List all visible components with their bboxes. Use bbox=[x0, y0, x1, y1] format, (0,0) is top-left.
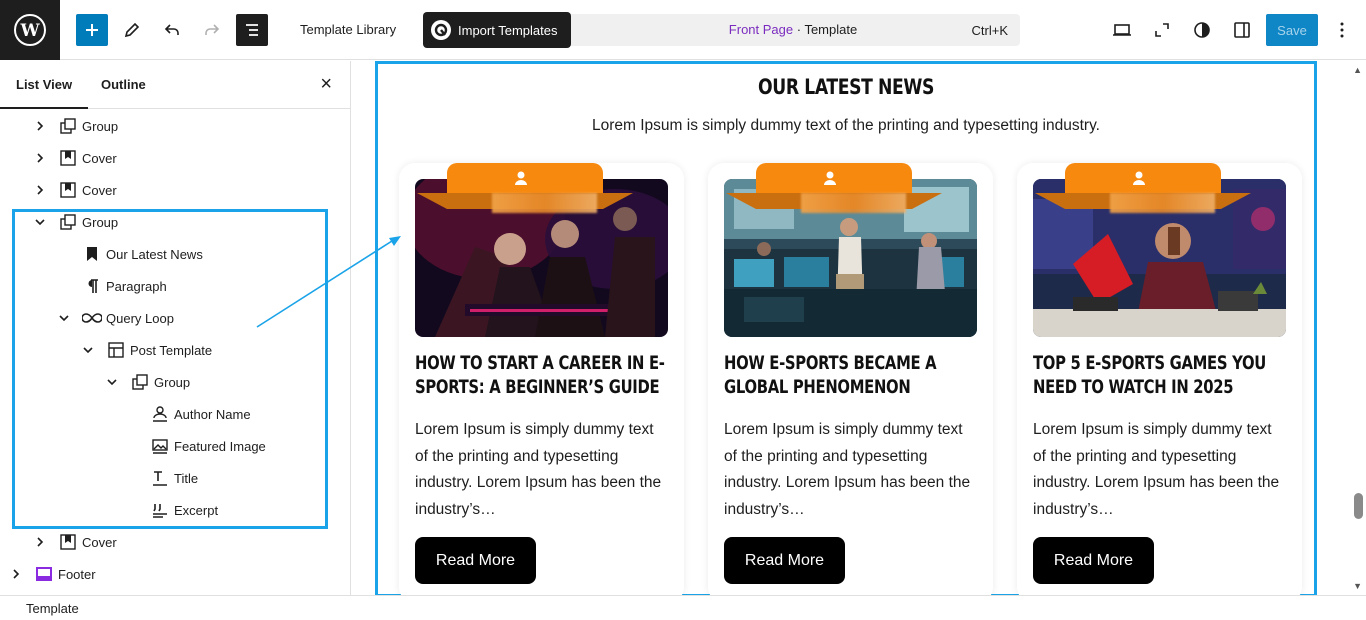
wordpress-logo-icon[interactable]: W bbox=[0, 0, 60, 60]
cover-icon bbox=[56, 178, 80, 202]
news-subheading[interactable]: Lorem Ipsum is simply dummy text of the … bbox=[375, 117, 1317, 135]
chevron-right-icon[interactable] bbox=[8, 566, 24, 582]
tree-item-label: Cover bbox=[82, 534, 117, 550]
post-excerpt: Lorem Ipsum is simply dummy text of the … bbox=[1033, 421, 1280, 518]
tree-item-label: Footer bbox=[58, 566, 96, 582]
svg-text:W: W bbox=[19, 21, 40, 41]
author-name-redacted bbox=[1110, 193, 1215, 213]
tree-item-footer[interactable]: Footer bbox=[8, 558, 96, 590]
tree-item-label: Cover bbox=[82, 182, 117, 198]
template-library-link[interactable]: Template Library bbox=[300, 22, 396, 37]
scroll-down-arrow-icon[interactable]: ▼ bbox=[1353, 581, 1362, 591]
tree-item-group[interactable]: Group bbox=[32, 110, 118, 142]
options-kebab-icon[interactable] bbox=[1326, 14, 1358, 46]
desktop-preview-icon[interactable] bbox=[1106, 14, 1138, 46]
footer-icon bbox=[32, 562, 56, 586]
scroll-thumb[interactable] bbox=[1354, 493, 1363, 519]
breadcrumb-template[interactable]: Template bbox=[26, 601, 79, 616]
author-icon bbox=[515, 171, 527, 185]
chevron-right-icon[interactable] bbox=[32, 150, 48, 166]
tab-outline[interactable]: Outline bbox=[101, 77, 146, 92]
document-bar[interactable]: Front Page · Template Ctrl+K bbox=[566, 14, 1020, 46]
save-button[interactable]: Save bbox=[1266, 14, 1318, 46]
sidebar-tabs: List View Outline × bbox=[0, 61, 350, 109]
tree-item-label: Group bbox=[82, 118, 119, 134]
cover-icon bbox=[56, 146, 80, 170]
chevron-right-icon[interactable] bbox=[32, 118, 48, 134]
author-name-redacted bbox=[801, 193, 906, 213]
close-icon[interactable]: × bbox=[320, 74, 332, 94]
redo-icon[interactable] bbox=[196, 14, 228, 46]
read-more-button[interactable]: Read More bbox=[1033, 537, 1154, 584]
list-view-sidebar: List View Outline × Group Cover Cover Gr… bbox=[0, 61, 351, 595]
tools-pencil-icon[interactable] bbox=[116, 14, 148, 46]
tab-list-view[interactable]: List View bbox=[0, 77, 89, 109]
document-title: Front Page · Template bbox=[566, 22, 1020, 37]
chevron-right-icon[interactable] bbox=[32, 182, 48, 198]
post-card[interactable]: How E-Sports Became a Global Phenomenon … bbox=[708, 163, 993, 595]
editor-toolbar: W Template Library Front Page · Template… bbox=[0, 0, 1366, 60]
command-shortcut: Ctrl+K bbox=[971, 23, 1008, 38]
document-overview-button[interactable] bbox=[236, 14, 268, 46]
document-title-separator: · bbox=[793, 22, 805, 37]
group-icon bbox=[56, 114, 80, 138]
post-card[interactable]: How to Start a Career in E-Sports: A Beg… bbox=[399, 163, 684, 595]
post-title[interactable]: How to Start a Career in E-Sports: A Beg… bbox=[415, 351, 672, 399]
tree-item-cover[interactable]: Cover bbox=[32, 142, 117, 174]
author-name-redacted bbox=[492, 193, 597, 213]
tree-item-label: Cover bbox=[82, 150, 117, 166]
import-templates-button[interactable]: Import Templates bbox=[423, 12, 571, 48]
import-templates-label: Import Templates bbox=[458, 22, 558, 38]
import-logo-icon bbox=[431, 20, 451, 40]
add-block-button[interactable] bbox=[76, 14, 108, 46]
selected-group-highlight bbox=[12, 209, 328, 529]
author-icon bbox=[824, 171, 836, 185]
news-heading[interactable]: OUR LATEST NEWS bbox=[460, 75, 1232, 99]
canvas-scrollbar[interactable]: ▲ ▼ bbox=[1351, 61, 1366, 595]
fullscreen-icon[interactable] bbox=[1146, 14, 1178, 46]
undo-icon[interactable] bbox=[156, 14, 188, 46]
styles-contrast-icon[interactable] bbox=[1186, 14, 1218, 46]
scroll-up-arrow-icon[interactable]: ▲ bbox=[1353, 65, 1362, 75]
read-more-button[interactable]: Read More bbox=[724, 537, 845, 584]
post-excerpt: Lorem Ipsum is simply dummy text of the … bbox=[724, 421, 971, 518]
post-title[interactable]: Top 5 E-Sports Games You Need to Watch i… bbox=[1033, 351, 1290, 399]
editor-canvas: OUR LATEST NEWS Lorem Ipsum is simply du… bbox=[351, 61, 1366, 595]
read-more-button[interactable]: Read More bbox=[415, 537, 536, 584]
post-title[interactable]: How E-Sports Became a Global Phenomenon bbox=[724, 351, 981, 399]
document-type: Template bbox=[804, 22, 858, 37]
tree-item-cover[interactable]: Cover bbox=[32, 174, 117, 206]
block-breadcrumb-bar: Template bbox=[0, 595, 1366, 620]
post-excerpt: Lorem Ipsum is simply dummy text of the … bbox=[415, 421, 662, 518]
post-card[interactable]: Top 5 E-Sports Games You Need to Watch i… bbox=[1017, 163, 1302, 595]
chevron-right-icon[interactable] bbox=[32, 534, 48, 550]
author-icon bbox=[1133, 171, 1145, 185]
settings-sidebar-icon[interactable] bbox=[1226, 14, 1258, 46]
document-page-name: Front Page bbox=[728, 22, 794, 37]
tree-item-cover[interactable]: Cover bbox=[32, 526, 117, 558]
cover-icon bbox=[56, 530, 80, 554]
